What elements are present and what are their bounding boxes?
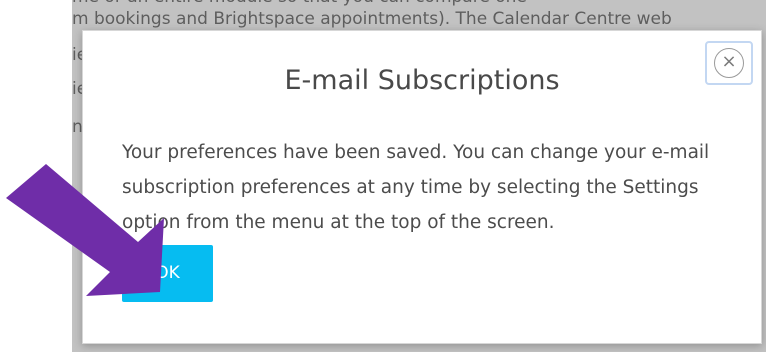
email-subscriptions-dialog: E-mail Subscriptions × Your preferences … — [82, 30, 762, 344]
close-button[interactable]: × — [705, 41, 753, 85]
dialog-message: Your preferences have been saved. You ca… — [122, 142, 710, 233]
dialog-title: E-mail Subscriptions — [284, 65, 560, 96]
page: me or an entire module so that you can c… — [0, 0, 766, 352]
ok-button[interactable]: OK — [122, 245, 213, 302]
close-icon: × — [714, 48, 744, 78]
